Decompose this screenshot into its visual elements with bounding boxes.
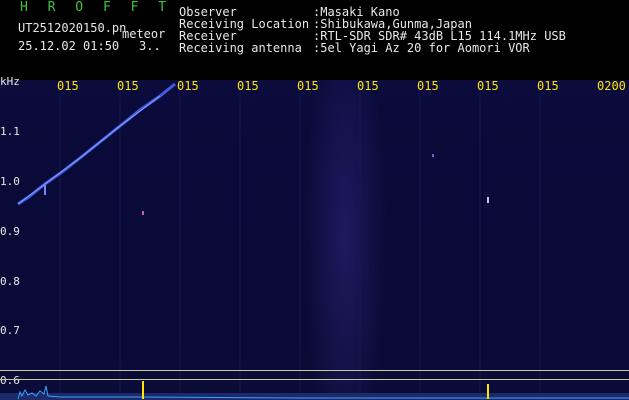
time-tick: 015 [297, 79, 319, 93]
meteor-spot [432, 154, 434, 157]
time-tick: 015 [417, 79, 439, 93]
meteor-spot [142, 211, 144, 215]
datetime-label: 25.12.02 01:50 [18, 39, 120, 53]
time-grid [59, 80, 541, 400]
freq-unit-label: kHz [0, 75, 20, 88]
meteor-count: 3.. [139, 39, 161, 53]
meteor-marker [142, 381, 144, 399]
spectrogram-plot [17, 80, 541, 400]
antenna-label: Receiving antenna [179, 41, 302, 55]
time-tick: 0200 [597, 79, 626, 93]
signal-level-strip [17, 381, 629, 400]
freq-tick: 0.7 [0, 324, 20, 337]
freq-tick: 0.8 [0, 275, 20, 288]
time-tick: 015 [177, 79, 199, 93]
meteor-spot [44, 185, 46, 195]
freq-tick: 1.1 [0, 125, 20, 138]
time-tick: 015 [237, 79, 259, 93]
app-logo: H R O F F T [20, 0, 173, 15]
spectrogram-area [0, 80, 629, 400]
header-panel: H R O F F T UT2512020150.pn meteor 25.12… [0, 0, 629, 80]
time-tick: 015 [57, 79, 79, 93]
time-tick: 015 [357, 79, 379, 93]
freq-tick: 1.0 [0, 175, 20, 188]
meteor-marker [487, 384, 489, 399]
meteor-spot [487, 197, 489, 203]
freq-tick: 0.9 [0, 225, 20, 238]
filename-label: UT2512020150.pn [18, 21, 127, 35]
signal-level-trace [17, 385, 629, 400]
antenna-value: :5el Yagi Az 20 for Aomori VOR [313, 41, 530, 55]
time-tick: 015 [537, 79, 559, 93]
time-tick: 015 [117, 79, 139, 93]
time-tick: 015 [477, 79, 499, 93]
reference-line-upper [0, 370, 629, 371]
